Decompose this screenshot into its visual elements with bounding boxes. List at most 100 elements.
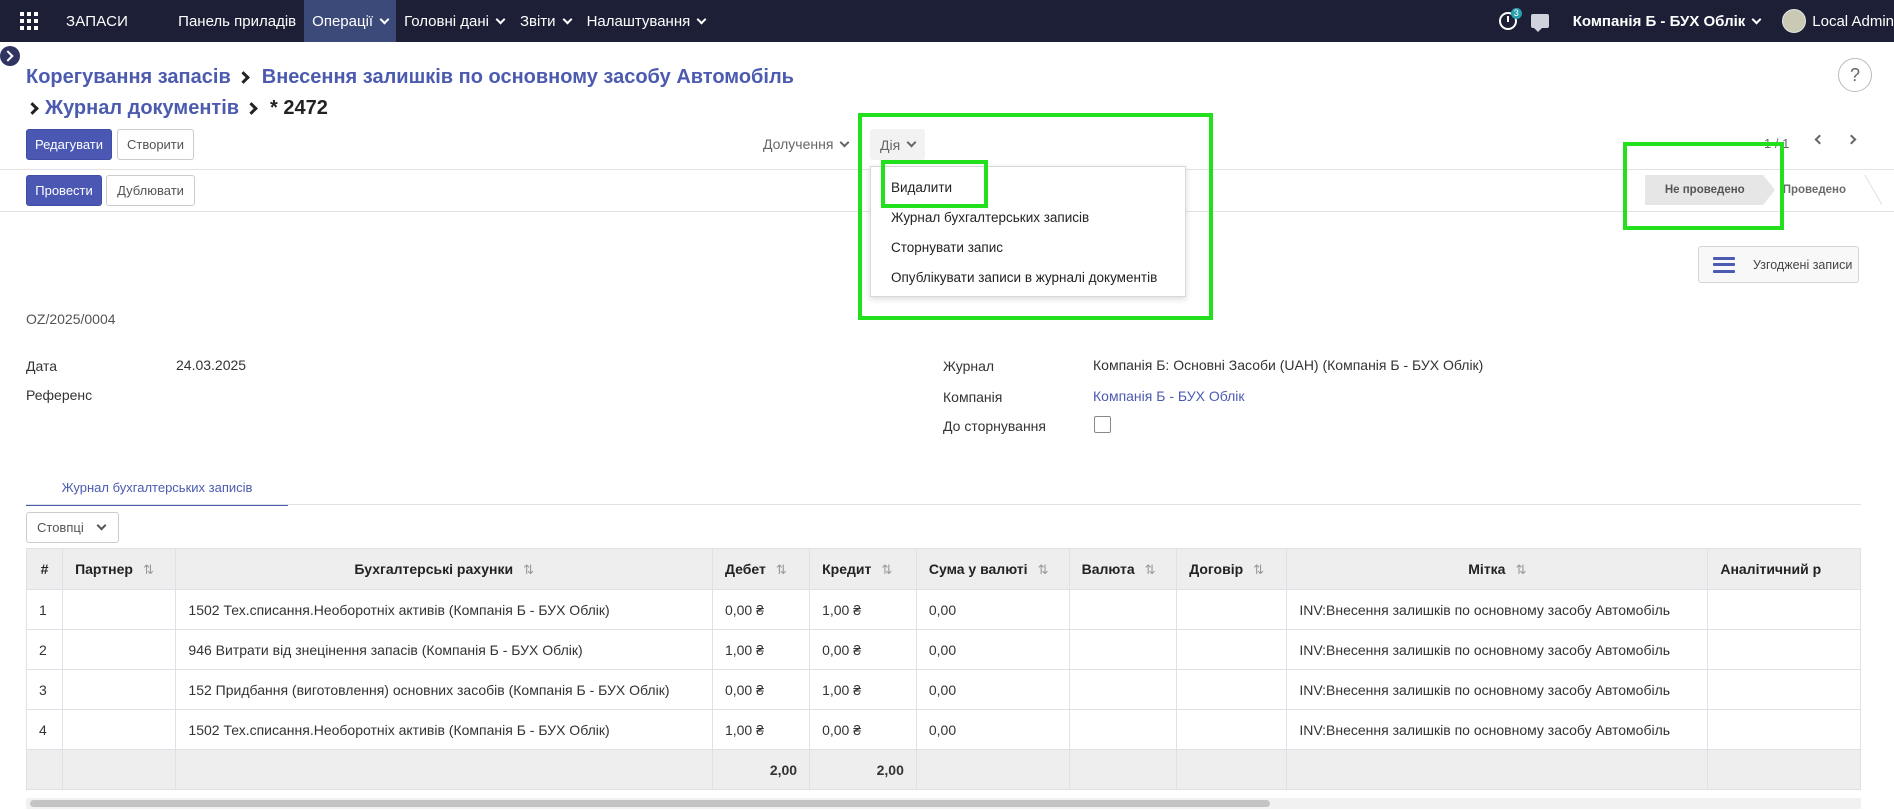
cell-partner[interactable] <box>62 669 177 710</box>
cell-amount-currency[interactable]: 0,00 <box>915 629 1070 670</box>
chevron-right-icon[interactable] <box>0 46 20 66</box>
user-menu[interactable]: Local Admin <box>1812 13 1894 30</box>
total-cell-empty <box>1176 749 1288 790</box>
duplicate-button[interactable]: Дублювати <box>106 175 195 206</box>
cell-account[interactable]: 1502 Тех.списання.Необоротніх активів (К… <box>175 589 713 630</box>
to-reverse-checkbox[interactable] <box>1094 416 1111 433</box>
tab-divider <box>26 504 1861 505</box>
menu-dashboard[interactable]: Панель приладів <box>170 0 304 42</box>
menu-settings[interactable]: Налаштування <box>579 0 714 42</box>
cell-credit[interactable]: 1,00 ₴ <box>809 589 917 630</box>
menu-reports[interactable]: Звіти <box>512 0 579 42</box>
table-row[interactable]: 2 946 Витрати від знецінення запасів (Ком… <box>26 629 1861 670</box>
cell-index[interactable]: 3 <box>26 669 64 710</box>
cell-label[interactable]: INV:Внесення залишків по основному засоб… <box>1286 709 1709 750</box>
column-header-contract[interactable]: Договір ⇅ <box>1176 548 1288 590</box>
chevron-right-icon <box>245 102 258 115</box>
cell-index[interactable]: 1 <box>26 589 64 630</box>
tab-journal-items[interactable]: Журнал бухгалтерських записів <box>26 470 288 506</box>
cell-contract[interactable] <box>1176 589 1288 630</box>
to-reverse-label: До сторнування <box>943 418 1046 434</box>
table-header-row: # Партнер ⇅ Бухгалтерські рахунки ⇅ Дебет ⇅… <box>26 548 1861 590</box>
table-row[interactable]: 4 1502 Тех.списання.Необоротніх активів (… <box>26 709 1861 750</box>
cell-label[interactable]: INV:Внесення залишків по основному засоб… <box>1286 669 1709 710</box>
cell-label[interactable]: INV:Внесення залишків по основному засоб… <box>1286 589 1709 630</box>
column-header-partner[interactable]: Партнер ⇅ <box>62 548 177 590</box>
cell-contract[interactable] <box>1176 669 1288 710</box>
cell-debit[interactable]: 0,00 ₴ <box>711 589 811 630</box>
messages-icon[interactable] <box>1530 14 1549 32</box>
pager-next-button[interactable] <box>1846 134 1857 145</box>
chevron-down-icon <box>379 14 390 24</box>
cell-currency[interactable] <box>1068 709 1178 750</box>
cell-analytic[interactable] <box>1707 629 1861 670</box>
sort-icon: ⇅ <box>1515 561 1527 577</box>
cell-analytic[interactable] <box>1707 589 1861 630</box>
cell-debit[interactable]: 1,00 ₴ <box>711 709 811 750</box>
cell-index[interactable]: 4 <box>26 709 64 750</box>
create-button[interactable]: Створити <box>117 129 194 160</box>
column-header-currency[interactable]: Валюта ⇅ <box>1068 548 1178 590</box>
sort-icon: ⇅ <box>523 561 534 577</box>
app-brand[interactable]: ЗАПАСИ <box>66 13 128 30</box>
company-switcher[interactable]: Компанія Б - БУХ Облік <box>1573 13 1762 30</box>
cell-analytic[interactable] <box>1707 709 1861 750</box>
table-row[interactable]: 1 1502 Тех.списання.Необоротніх активів (… <box>26 589 1861 630</box>
cell-contract[interactable] <box>1176 629 1288 670</box>
column-header-account[interactable]: Бухгалтерські рахунки ⇅ <box>175 548 713 590</box>
chevron-down-icon <box>562 14 573 24</box>
cell-label[interactable]: INV:Внесення залишків по основному засоб… <box>1286 629 1709 670</box>
edit-button[interactable]: Редагувати <box>26 129 112 160</box>
breadcrumb-item-journal[interactable]: Журнал документів <box>45 93 239 124</box>
activity-clock-icon[interactable]: 3 <box>1498 8 1522 30</box>
breadcrumb-item-adjustments[interactable]: Корегування запасів <box>26 62 231 93</box>
breadcrumb-item-fixed-asset[interactable]: Внесення залишків по основному засобу Ав… <box>262 62 794 93</box>
cell-amount-currency[interactable]: 0,00 <box>915 669 1070 710</box>
horizontal-scrollbar[interactable] <box>30 800 1270 807</box>
reconciled-entries-button[interactable]: Узгоджені записи <box>1698 246 1859 283</box>
cell-amount-currency[interactable]: 0,00 <box>915 709 1070 750</box>
table-totals-row: 2,00 2,00 <box>26 749 1861 790</box>
cell-currency[interactable] <box>1068 629 1178 670</box>
help-icon[interactable]: ? <box>1838 58 1872 92</box>
cell-currency[interactable] <box>1068 669 1178 710</box>
chevron-down-icon <box>96 520 107 531</box>
cell-credit[interactable]: 0,00 ₴ <box>809 629 917 670</box>
cell-account[interactable]: 946 Витрати від знецінення запасів (Комп… <box>175 629 713 670</box>
column-header-credit[interactable]: Кредит ⇅ <box>809 548 917 590</box>
breadcrumb: Корегування запасів Внесення залишків по… <box>26 62 794 124</box>
cell-account[interactable]: 1502 Тех.списання.Необоротніх активів (К… <box>175 709 713 750</box>
table-row[interactable]: 3 152 Придбання (виготовлення) основних з… <box>26 669 1861 710</box>
menu-master-data[interactable]: Головні дані <box>396 0 512 42</box>
post-button[interactable]: Провести <box>26 175 102 206</box>
cell-debit[interactable]: 0,00 ₴ <box>711 669 811 710</box>
cell-amount-currency[interactable]: 0,00 <box>915 589 1070 630</box>
record-number: OZ/2025/0004 <box>26 311 116 327</box>
chevron-down-icon <box>696 14 707 24</box>
user-avatar[interactable] <box>1782 9 1807 33</box>
cell-currency[interactable] <box>1068 589 1178 630</box>
cell-account[interactable]: 152 Придбання (виготовлення) основних за… <box>175 669 713 710</box>
cell-credit[interactable]: 1,00 ₴ <box>809 669 917 710</box>
pager-previous-button[interactable] <box>1814 134 1825 145</box>
column-header-debit[interactable]: Дебет ⇅ <box>711 548 811 590</box>
cell-index[interactable]: 2 <box>26 629 64 670</box>
cell-partner[interactable] <box>62 589 177 630</box>
column-header-index: # <box>26 548 64 590</box>
cell-contract[interactable] <box>1176 709 1288 750</box>
menu-operations[interactable]: Операції <box>304 0 397 42</box>
cell-credit[interactable]: 0,00 ₴ <box>809 709 917 750</box>
column-header-analytic[interactable]: Аналітичний р <box>1707 548 1861 590</box>
columns-toggle-button[interactable]: Стовпці <box>26 512 119 543</box>
column-header-label[interactable]: Мітка ⇅ <box>1286 548 1709 590</box>
cell-debit[interactable]: 1,00 ₴ <box>711 629 811 670</box>
journal-lines-table: # Партнер ⇅ Бухгалтерські рахунки ⇅ Дебет ⇅… <box>26 548 1861 791</box>
cell-partner[interactable] <box>62 629 177 670</box>
column-header-amount-currency[interactable]: Сума у валюті ⇅ <box>915 548 1070 590</box>
cell-partner[interactable] <box>62 709 177 750</box>
apps-menu-icon[interactable] <box>20 12 38 30</box>
highlight-box-status <box>1623 142 1784 230</box>
company-link[interactable]: Компанія Б - БУХ Облік <box>1093 388 1245 404</box>
cell-analytic[interactable] <box>1707 669 1861 710</box>
attachments-menu[interactable]: Долучення <box>763 136 850 152</box>
